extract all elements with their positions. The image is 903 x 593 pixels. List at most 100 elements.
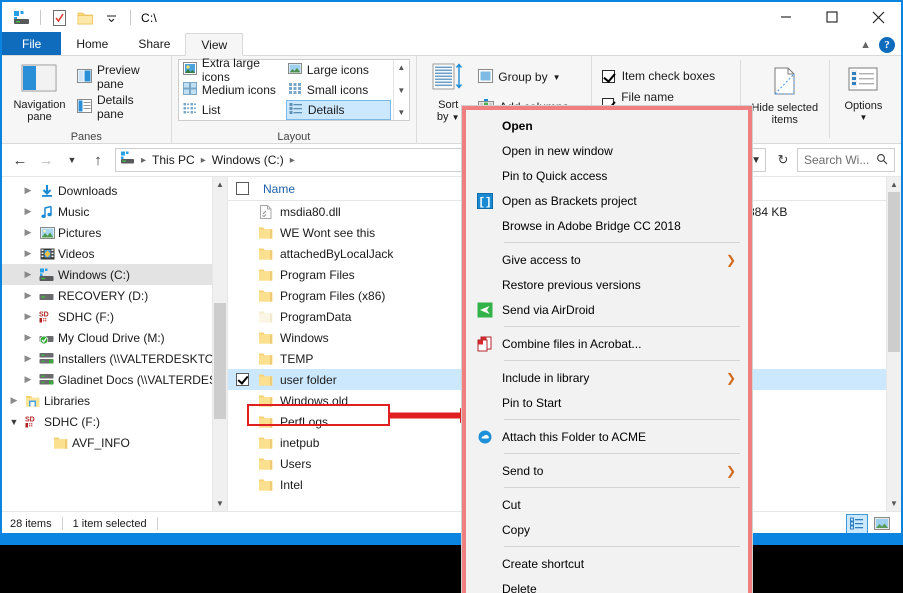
sidebar-item-gladinet-docs-valterdeskt[interactable]: ▶ Gladinet Docs (\\VALTERDESKT	[2, 369, 227, 390]
breadcrumb-this-pc[interactable]: This PC	[152, 153, 195, 167]
help-icon[interactable]: ?	[879, 37, 895, 53]
properties-icon[interactable]	[49, 7, 70, 28]
breadcrumb-windows-c[interactable]: Windows (C:)	[212, 153, 284, 167]
layout-medium-icons[interactable]: Medium icons	[181, 80, 286, 100]
navigation-scrollbar[interactable]: ▲ ▼	[212, 177, 227, 511]
minimize-icon[interactable]	[763, 2, 809, 32]
navigation-pane-button[interactable]: Navigation pane	[6, 60, 73, 126]
context-menu-item-combine-files-in-acrobat[interactable]: Combine files in Acrobat...	[466, 331, 748, 356]
item-check-boxes-checkbox[interactable]: Item check boxes	[601, 65, 730, 87]
sidebar-item-recovery-d[interactable]: ▶ RECOVERY (D:)	[2, 285, 227, 306]
sidebar-expander-icon[interactable]: ▶	[20, 227, 36, 238]
context-menu-item-include-in-library[interactable]: Include in library ❯	[466, 365, 748, 390]
collapse-ribbon-icon[interactable]: ▲	[860, 39, 871, 51]
nav-scroll-down-icon[interactable]: ▼	[213, 496, 227, 511]
context-menu-item-copy[interactable]: Copy	[466, 517, 748, 542]
row-checkbox[interactable]	[228, 226, 256, 239]
options-chevron-down-icon[interactable]: ▼	[859, 112, 867, 124]
sidebar-expander-icon[interactable]: ▶	[20, 290, 36, 301]
context-menu-item-send-via-airdroid[interactable]: Send via AirDroid	[466, 297, 748, 322]
tab-home[interactable]: Home	[61, 32, 124, 55]
sidebar-item-installers-valterdesktop[interactable]: ▶ Installers (\\VALTERDESKTOP) (	[2, 348, 227, 369]
context-menu-item-give-access-to[interactable]: Give access to ❯	[466, 247, 748, 272]
row-checkbox[interactable]	[228, 331, 256, 344]
row-checkbox[interactable]	[228, 415, 256, 428]
list-scroll-thumb[interactable]	[888, 192, 900, 352]
preview-pane-button[interactable]: Preview pane	[73, 63, 167, 91]
row-checkbox[interactable]	[228, 478, 256, 491]
sidebar-item-avf-info[interactable]: AVF_INFO	[2, 432, 227, 453]
row-checkbox[interactable]	[228, 352, 256, 365]
details-view-icon[interactable]	[846, 513, 868, 534]
select-all-checkbox[interactable]	[228, 182, 256, 195]
sidebar-item-libraries[interactable]: ▶ Libraries	[2, 390, 227, 411]
list-scroll-up-icon[interactable]: ▲	[887, 177, 901, 192]
maximize-icon[interactable]	[809, 2, 855, 32]
address-dropdown-icon[interactable]: ▼	[751, 155, 761, 166]
context-menu-item-cut[interactable]: Cut	[466, 492, 748, 517]
refresh-icon[interactable]: ↻	[771, 148, 795, 172]
search-input[interactable]: Search Wi...	[797, 148, 895, 172]
sidebar-item-music[interactable]: ▶ Music	[2, 201, 227, 222]
breadcrumb-separator-0[interactable]: ▸	[139, 155, 148, 166]
sidebar-expander-icon[interactable]: ▶	[6, 395, 22, 406]
sidebar-expander-icon[interactable]: ▼	[6, 417, 22, 427]
sidebar-item-sdhc-f[interactable]: ▼ SD SDHC (F:)	[2, 411, 227, 432]
breadcrumb-separator-2[interactable]: ▸	[288, 155, 297, 166]
layout-details[interactable]: Details	[285, 100, 391, 120]
large-icons-view-icon[interactable]	[871, 514, 893, 534]
tab-view[interactable]: View	[185, 33, 244, 56]
sidebar-item-sdhc-f[interactable]: ▶ SD SDHC (F:)	[2, 306, 227, 327]
details-pane-button[interactable]: Details pane	[73, 93, 167, 121]
sidebar-item-videos[interactable]: ▶ Videos	[2, 243, 227, 264]
sidebar-expander-icon[interactable]: ▶	[20, 332, 36, 343]
layout-extra-large-icons[interactable]: Extra large icons	[181, 56, 286, 84]
context-menu-item-delete[interactable]: Delete	[466, 576, 748, 593]
sidebar-item-downloads[interactable]: ▶ Downloads	[2, 180, 227, 201]
row-checkbox[interactable]	[228, 310, 256, 323]
context-menu-item-pin-to-quick-access[interactable]: Pin to Quick access	[466, 163, 748, 188]
layout-scroll-more-icon[interactable]: ▼	[397, 108, 405, 117]
sidebar-expander-icon[interactable]: ▶	[20, 206, 36, 217]
layout-small-icons[interactable]: Small icons	[286, 80, 391, 100]
close-icon[interactable]	[855, 2, 901, 32]
up-arrow-icon[interactable]: ↑	[86, 148, 110, 172]
layout-large-icons[interactable]: Large icons	[286, 60, 391, 80]
group-by-chevron-down-icon[interactable]: ▼	[553, 73, 561, 82]
list-scroll-down-icon[interactable]: ▼	[887, 496, 901, 511]
tab-share[interactable]: Share	[123, 32, 186, 55]
breadcrumb-separator-1[interactable]: ▸	[199, 155, 208, 166]
context-menu-item-browse-in-adobe-bridge-cc-2018[interactable]: Browse in Adobe Bridge CC 2018	[466, 213, 748, 238]
context-menu-item-open[interactable]: Open	[466, 113, 748, 138]
sidebar-expander-icon[interactable]: ▶	[20, 374, 36, 385]
context-menu-item-open-in-new-window[interactable]: Open in new window	[466, 138, 748, 163]
row-checkbox[interactable]	[228, 205, 256, 218]
context-menu-item-create-shortcut[interactable]: Create shortcut	[466, 551, 748, 576]
row-checkbox[interactable]	[228, 373, 256, 386]
layout-scroll-up-icon[interactable]: ▲	[397, 63, 405, 72]
context-menu-item-open-as-brackets-project[interactable]: [] Open as Brackets project	[466, 188, 748, 213]
customize-chevron-icon[interactable]	[101, 7, 122, 28]
context-menu-item-send-to[interactable]: Send to ❯	[466, 458, 748, 483]
new-folder-icon[interactable]	[75, 7, 96, 28]
layout-list[interactable]: List	[181, 100, 286, 120]
sidebar-expander-icon[interactable]: ▶	[20, 311, 36, 322]
back-arrow-icon[interactable]: ←	[8, 148, 32, 172]
sidebar-item-windows-c[interactable]: ▶ Windows (C:)	[2, 264, 227, 285]
sidebar-expander-icon[interactable]: ▶	[20, 353, 36, 364]
layout-scroll-down-icon[interactable]: ▼	[397, 86, 405, 95]
row-checkbox[interactable]	[228, 394, 256, 407]
context-menu-item-pin-to-start[interactable]: Pin to Start	[466, 390, 748, 415]
layout-gallery-scrollbar[interactable]: ▲ ▼ ▼	[392, 60, 409, 120]
row-checkbox[interactable]	[228, 289, 256, 302]
sidebar-expander-icon[interactable]: ▶	[20, 269, 36, 280]
tab-file[interactable]: File	[2, 32, 62, 55]
sidebar-item-my-cloud-drive-m[interactable]: ▶ My Cloud Drive (M:)	[2, 327, 227, 348]
context-menu-item-attach-this-folder-to-acme[interactable]: Attach this Folder to ACME	[466, 424, 748, 449]
row-checkbox[interactable]	[228, 268, 256, 281]
options-button[interactable]: Options ▼	[830, 60, 897, 124]
recent-locations-chevron-icon[interactable]: ▼	[60, 148, 84, 172]
row-checkbox[interactable]	[228, 247, 256, 260]
sidebar-expander-icon[interactable]: ▶	[20, 248, 36, 259]
nav-scroll-up-icon[interactable]: ▲	[213, 177, 227, 192]
